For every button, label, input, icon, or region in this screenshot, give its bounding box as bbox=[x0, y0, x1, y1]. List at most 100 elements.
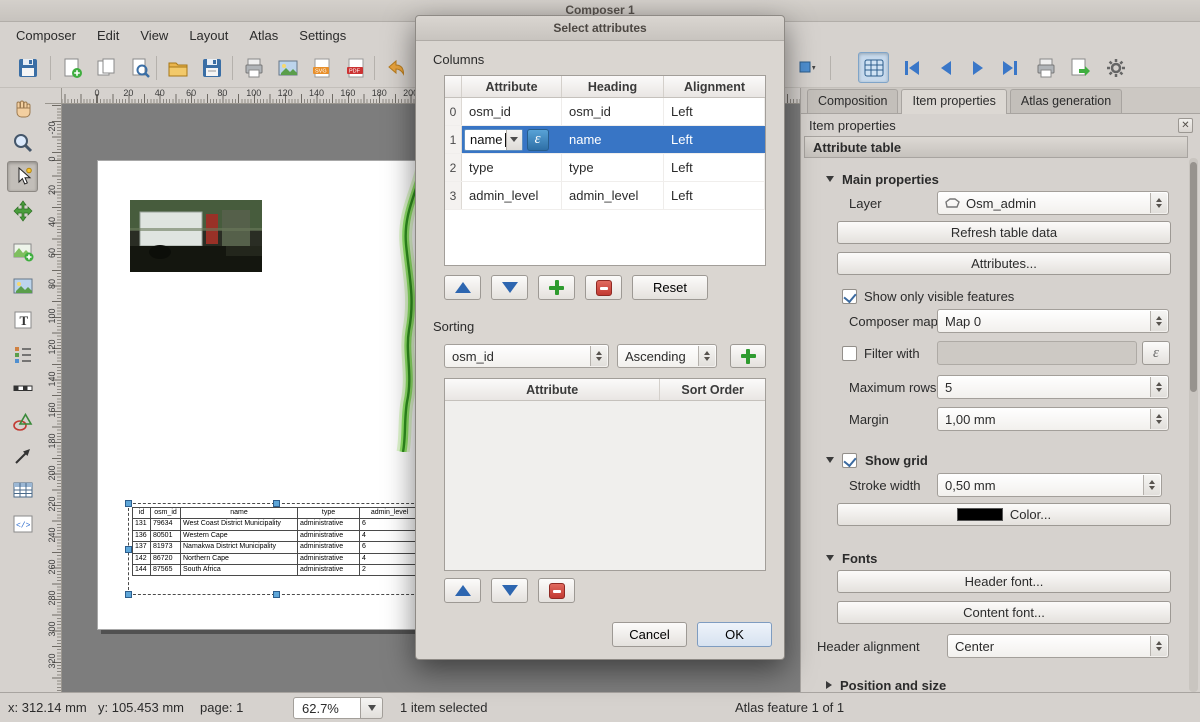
panel-close-icon[interactable]: ✕ bbox=[1178, 118, 1193, 133]
cell-alignment[interactable]: Left bbox=[664, 98, 765, 125]
sort-attribute-header[interactable]: Attribute bbox=[445, 379, 660, 400]
dialog-titlebar[interactable]: Select attributes bbox=[416, 16, 784, 41]
combo-arrows-icon[interactable] bbox=[590, 346, 607, 366]
print-button[interactable] bbox=[238, 52, 269, 83]
open-template-button[interactable] bbox=[162, 52, 193, 83]
atlas-next-feature-button[interactable] bbox=[962, 52, 993, 83]
attribute-table-item[interactable]: idosm_idnametypeadmin_level13179634West … bbox=[128, 503, 424, 595]
fonts-section[interactable]: Fonts bbox=[804, 545, 1188, 571]
tab-item-properties[interactable]: Item properties bbox=[901, 89, 1006, 114]
menu-atlas[interactable]: Atlas bbox=[241, 24, 291, 47]
header-font-button[interactable]: Header font... bbox=[837, 570, 1171, 593]
combo-arrows-icon[interactable] bbox=[1150, 636, 1167, 656]
panel-scrollbar[interactable] bbox=[1189, 158, 1198, 692]
pan-tool-button[interactable] bbox=[7, 93, 38, 124]
spin-arrows-icon[interactable] bbox=[1150, 409, 1167, 429]
zoom-tool-button[interactable] bbox=[7, 127, 38, 158]
atlas-previous-feature-button[interactable] bbox=[930, 52, 961, 83]
column-add-button[interactable] bbox=[538, 275, 575, 300]
cell-heading[interactable]: type bbox=[562, 154, 664, 181]
atlas-settings-button[interactable] bbox=[1100, 52, 1131, 83]
atlas-preview-toggle-button[interactable] bbox=[858, 52, 889, 83]
columns-row-0[interactable]: 0 osm_id osm_id Left bbox=[445, 98, 765, 126]
composer-manager-button[interactable] bbox=[124, 52, 155, 83]
ok-button[interactable]: OK bbox=[697, 622, 772, 647]
menu-view[interactable]: View bbox=[132, 24, 181, 47]
layer-combo[interactable]: Osm_admin bbox=[937, 191, 1169, 215]
cell-alignment[interactable]: Left bbox=[664, 126, 765, 153]
spin-arrows-icon[interactable] bbox=[1150, 377, 1167, 397]
menu-layout[interactable]: Layout bbox=[181, 24, 241, 47]
columns-row-1-selected[interactable]: 1 name ε name Left bbox=[445, 126, 765, 154]
add-html-tool-button[interactable]: </> bbox=[7, 508, 38, 539]
menu-settings[interactable]: Settings bbox=[291, 24, 359, 47]
atlas-first-feature-button[interactable] bbox=[896, 52, 927, 83]
show-grid-section[interactable]: Show grid bbox=[804, 447, 1188, 473]
new-composition-button[interactable] bbox=[56, 52, 87, 83]
add-scalebar-tool-button[interactable] bbox=[7, 372, 38, 403]
spin-arrows-icon[interactable] bbox=[1143, 475, 1160, 495]
combo-arrows-icon[interactable] bbox=[1150, 193, 1167, 213]
sort-remove-button[interactable] bbox=[538, 578, 575, 603]
grid-color-button[interactable]: Color... bbox=[837, 503, 1171, 526]
sort-order-header[interactable]: Sort Order bbox=[660, 379, 765, 400]
cell-attribute[interactable]: osm_id bbox=[462, 98, 562, 125]
undo-button[interactable] bbox=[380, 52, 411, 83]
cell-alignment[interactable]: Left bbox=[664, 182, 765, 209]
menu-edit[interactable]: Edit bbox=[89, 24, 132, 47]
columns-row-3[interactable]: 3 admin_level admin_level Left bbox=[445, 182, 765, 210]
tab-atlas-generation[interactable]: Atlas generation bbox=[1010, 89, 1122, 113]
composer-map-combo[interactable]: Map 0 bbox=[937, 309, 1169, 333]
export-atlas-button[interactable] bbox=[1064, 52, 1095, 83]
sort-move-down-button[interactable] bbox=[491, 578, 528, 603]
move-item-content-tool-button[interactable] bbox=[7, 195, 38, 226]
resize-handle-w[interactable] bbox=[125, 546, 132, 553]
panel-scrollbar-thumb[interactable] bbox=[1190, 162, 1197, 392]
resize-handle-s[interactable] bbox=[273, 591, 280, 598]
sort-move-up-button[interactable] bbox=[444, 578, 481, 603]
canvas-attribute-table[interactable]: idosm_idnametypeadmin_level13179634West … bbox=[132, 507, 420, 576]
combo-arrows-icon[interactable] bbox=[698, 346, 715, 366]
header-alignment-combo[interactable]: Center bbox=[947, 634, 1169, 658]
sorting-add-button[interactable] bbox=[730, 344, 766, 368]
page-photo-item[interactable] bbox=[130, 200, 262, 272]
add-shape-tool-button[interactable] bbox=[7, 406, 38, 437]
cell-heading[interactable]: admin_level bbox=[562, 182, 664, 209]
print-atlas-button[interactable] bbox=[1030, 52, 1061, 83]
show-only-visible-checkbox[interactable] bbox=[842, 289, 857, 304]
duplicate-composition-button[interactable] bbox=[90, 52, 121, 83]
resize-handle-n[interactable] bbox=[273, 500, 280, 507]
expression-button[interactable]: ε bbox=[527, 129, 549, 151]
cell-heading[interactable]: name bbox=[562, 126, 664, 153]
refresh-table-data-button[interactable]: Refresh table data bbox=[837, 221, 1171, 244]
resize-handle-nw[interactable] bbox=[125, 500, 132, 507]
atlas-last-feature-button[interactable] bbox=[994, 52, 1025, 83]
add-image-tool-button[interactable] bbox=[7, 270, 38, 301]
export-svg-button[interactable]: SVG bbox=[306, 52, 337, 83]
margin-spinbox[interactable]: 1,00 mm bbox=[937, 407, 1169, 431]
columns-row-2[interactable]: 2 type type Left bbox=[445, 154, 765, 182]
alignment-column-header[interactable]: Alignment bbox=[664, 76, 765, 97]
add-attribute-table-tool-button[interactable] bbox=[7, 474, 38, 505]
maximum-rows-spinbox[interactable]: 5 bbox=[937, 375, 1169, 399]
zoom-dropdown-button[interactable] bbox=[361, 697, 383, 719]
attributes-button[interactable]: Attributes... bbox=[837, 252, 1171, 275]
show-grid-checkbox[interactable] bbox=[842, 453, 857, 468]
tab-composition[interactable]: Composition bbox=[807, 89, 898, 113]
add-map-tool-button[interactable] bbox=[7, 236, 38, 267]
item-style-dropdown-button[interactable] bbox=[792, 52, 823, 83]
select-move-item-tool-button[interactable] bbox=[7, 161, 38, 192]
sorting-order-combo[interactable]: Ascending bbox=[617, 344, 717, 368]
sorting-attribute-combo[interactable]: osm_id bbox=[444, 344, 609, 368]
save-as-template-button[interactable] bbox=[196, 52, 227, 83]
attribute-edit-value[interactable]: name bbox=[465, 132, 505, 147]
add-arrow-tool-button[interactable] bbox=[7, 440, 38, 471]
zoom-level-field[interactable]: 62.7% bbox=[293, 697, 361, 719]
cell-attribute[interactable]: admin_level bbox=[462, 182, 562, 209]
main-properties-section[interactable]: Main properties bbox=[804, 166, 1188, 192]
export-pdf-button[interactable]: PDF bbox=[340, 52, 371, 83]
dropdown-arrow-icon[interactable] bbox=[506, 130, 522, 150]
cancel-button[interactable]: Cancel bbox=[612, 622, 687, 647]
resize-handle-sw[interactable] bbox=[125, 591, 132, 598]
stroke-width-spinbox[interactable]: 0,50 mm bbox=[937, 473, 1162, 497]
